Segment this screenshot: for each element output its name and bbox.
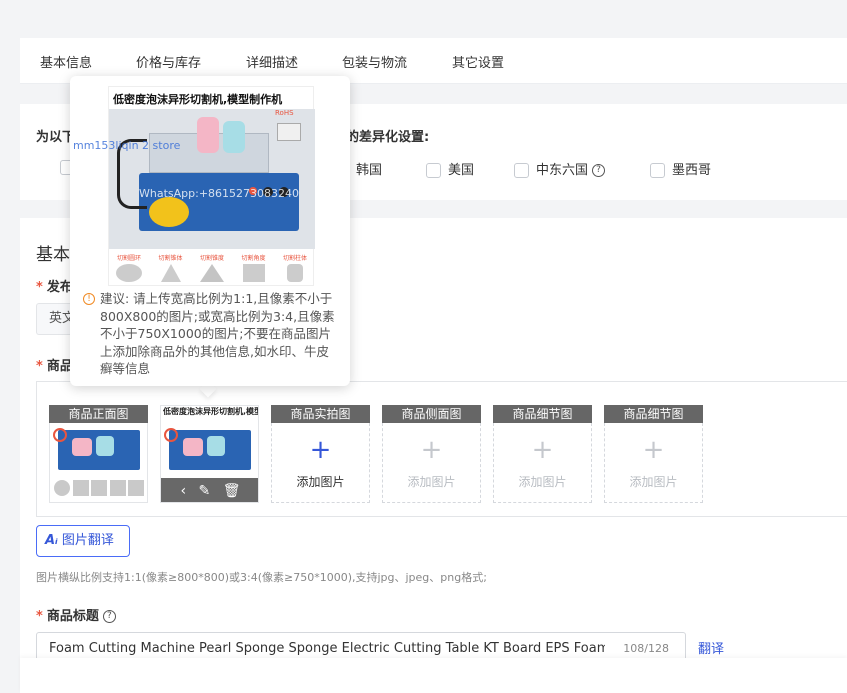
thumb-title: 低密度泡沫异形切割机,模型制作机: [163, 407, 258, 416]
highlight-circle: [164, 428, 178, 442]
foam-shape: [223, 121, 245, 153]
feature-strip: [54, 470, 144, 500]
image-preview-popover: 低密度泡沫异形切割机,模型制作机 RoHS mm153liqin 2 store…: [70, 76, 350, 386]
feature-cone: 切割锥体: [151, 253, 191, 287]
delete-icon[interactable]: 🗑: [223, 483, 241, 499]
feature-angle: 切割角度: [234, 253, 274, 287]
plus-icon: +: [642, 435, 665, 465]
foam-shape: [183, 438, 203, 456]
thumb-actions: ‹ ✎ 🗑: [161, 478, 258, 502]
publish-label: * 发布: [36, 280, 73, 295]
highlight-circle: [53, 428, 67, 442]
checkbox[interactable]: [514, 163, 529, 178]
add-image-text: 添加图片: [407, 475, 456, 489]
preview-product-title: 低密度泡沫异形切割机,模型制作机: [113, 93, 283, 106]
feature-label: 切割锥体: [158, 255, 183, 262]
country-usa[interactable]: 美国: [426, 159, 474, 178]
slot-label: 商品正面图: [49, 405, 148, 423]
image-slot-detail-2[interactable]: 商品细节图 + 添加图片: [604, 405, 703, 503]
plus-icon: +: [309, 435, 332, 465]
country-label: 墨西哥: [672, 163, 712, 178]
char-counter: 108/128: [623, 642, 669, 655]
plus-icon: +: [531, 435, 554, 465]
slot-label: 商品侧面图: [382, 405, 481, 423]
publish-label-text: 发布: [46, 280, 73, 295]
foam-shape: [197, 117, 219, 153]
foam-shape: [72, 438, 92, 456]
feature-ring: 切割圆环: [109, 253, 149, 287]
rohs-badge: RoHS: [275, 109, 294, 117]
feature-label: 切割柱体: [282, 255, 307, 262]
country-label: 韩国: [356, 163, 383, 178]
title-input-value: Foam Cutting Machine Pearl Sponge Sponge…: [49, 641, 605, 656]
slot-label: 商品细节图: [493, 405, 592, 423]
feature-strip: 切割圆环 切割锥体 切割锥度 切割角度 切割柱体: [109, 253, 315, 287]
country-label: 美国: [448, 163, 475, 178]
diff-title-suffix: 的差异化设置:: [346, 130, 430, 145]
title-label-text: 商品标题: [46, 609, 99, 624]
tab-other-settings[interactable]: 其它设置: [452, 52, 504, 71]
image-translate-label: 图片翻译: [61, 533, 114, 548]
ai-icon: Aᵢ: [45, 533, 58, 548]
add-image-text: 添加图片: [518, 475, 567, 489]
feature-taper: 切割锥度: [192, 253, 232, 287]
add-image-text: 添加图片: [296, 475, 345, 489]
preview-photo: RoHS: [109, 109, 315, 249]
add-image-button[interactable]: + 添加图片: [493, 423, 592, 503]
tab-price-stock[interactable]: 价格与库存: [136, 52, 201, 71]
image-slot-real-shot[interactable]: 商品实拍图 + 添加图片: [271, 405, 370, 503]
checkbox[interactable]: [650, 163, 665, 178]
add-image-button[interactable]: + 添加图片: [271, 423, 370, 503]
title-label: * 商品标题?: [36, 605, 116, 624]
preview-image: 低密度泡沫异形切割机,模型制作机 RoHS mm153liqin 2 store…: [73, 86, 315, 287]
images-label-text: 商品: [46, 359, 73, 374]
bottom-bar: [20, 658, 847, 693]
watermark-whatsapp: WhatsApp:+8615273083240: [139, 187, 300, 200]
add-image-button[interactable]: + 添加图片: [382, 423, 481, 503]
cube-shape: [277, 123, 301, 141]
edit-icon[interactable]: ✎: [199, 483, 211, 499]
tab-description[interactable]: 详细描述: [246, 52, 298, 71]
help-icon[interactable]: ?: [592, 164, 606, 177]
feature-label: 切割圆环: [116, 255, 141, 262]
foam-shape: [96, 436, 114, 456]
product-thumbnail: 低密度泡沫异形切割机,模型制作机 ‹ ✎ 🗑: [160, 405, 259, 503]
image-translate-button[interactable]: Aᵢ 图片翻译: [36, 525, 130, 557]
help-icon[interactable]: ?: [102, 610, 116, 623]
foam-shape: [207, 436, 225, 456]
watermark-store: mm153liqin 2 store: [73, 139, 181, 152]
translate-link[interactable]: 翻译: [698, 638, 724, 657]
warning-icon: !: [83, 293, 95, 305]
feature-label: 切割锥度: [199, 255, 224, 262]
plus-icon: +: [420, 435, 443, 465]
checkbox[interactable]: [426, 163, 441, 178]
upload-hint-text: 建议: 请上传宽高比例为1:1,且像素不小于800X800的图片;或宽高比例为3…: [100, 291, 335, 376]
images-label: * 商品: [36, 359, 73, 374]
add-image-button[interactable]: + 添加图片: [604, 423, 703, 503]
slot-label: 商品细节图: [604, 405, 703, 423]
feature-label: 切割角度: [241, 255, 266, 262]
image-slot-2[interactable]: 低密度泡沫异形切割机,模型制作机 ‹ ✎ 🗑: [160, 405, 259, 503]
image-format-tip: 图片横纵比例支持1:1(像素≥800*800)或3:4(像素≥750*1000)…: [36, 571, 487, 584]
country-label: 中东六国: [536, 163, 589, 178]
country-mexico[interactable]: 墨西哥: [650, 159, 711, 178]
slot-label: 商品实拍图: [271, 405, 370, 423]
image-slot-front[interactable]: 商品正面图: [49, 405, 148, 503]
cutting-guide: [149, 197, 189, 227]
tab-packaging-logistics[interactable]: 包装与物流: [342, 52, 407, 71]
section-heading: 基本: [36, 245, 70, 265]
tab-basic-info[interactable]: 基本信息: [40, 52, 92, 71]
move-left-icon[interactable]: ‹: [180, 483, 186, 499]
image-slot-detail-1[interactable]: 商品细节图 + 添加图片: [493, 405, 592, 503]
image-slot-side[interactable]: 商品侧面图 + 添加图片: [382, 405, 481, 503]
country-middle-east[interactable]: 中东六国?: [514, 159, 606, 178]
add-image-text: 添加图片: [629, 475, 678, 489]
feature-cylinder: 切割柱体: [275, 253, 315, 287]
